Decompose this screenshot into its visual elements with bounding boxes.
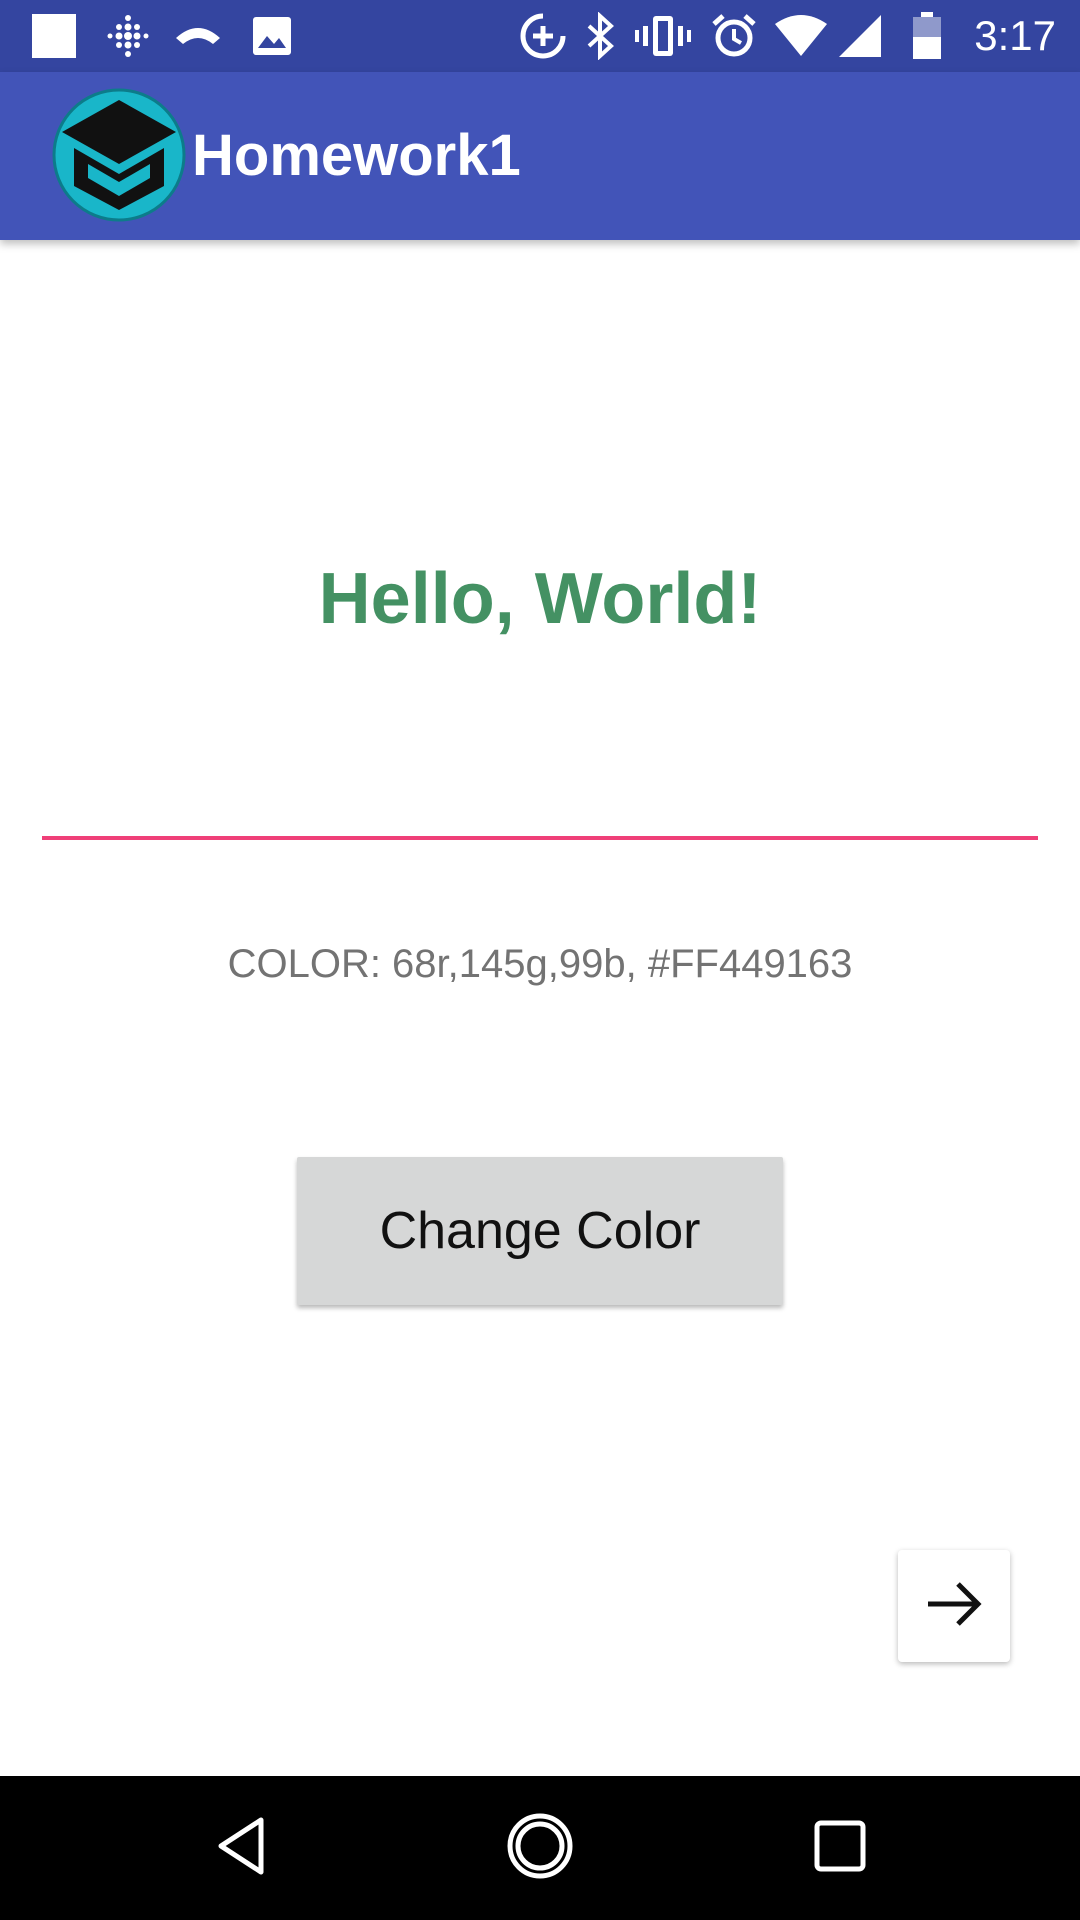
call-icon — [170, 0, 226, 72]
alarm-icon — [706, 0, 762, 72]
bluetooth-icon — [572, 0, 628, 72]
recents-icon — [812, 1818, 868, 1879]
graduation-cap-icon — [52, 88, 186, 222]
battery-icon — [902, 0, 952, 72]
fitbit-icon — [100, 0, 156, 72]
notification-square-icon — [26, 0, 82, 72]
back-button[interactable] — [171, 1776, 311, 1920]
vibrate-icon — [632, 0, 694, 72]
main-content: Hello, World! COLOR: 68r,145g,99b, #FF44… — [0, 240, 1080, 1776]
navigation-bar — [0, 1776, 1080, 1920]
home-button[interactable] — [470, 1776, 610, 1920]
status-time: 3:17 — [974, 12, 1056, 59]
greeting-text: Hello, World! — [318, 559, 762, 639]
app-bar: Homework1 — [0, 72, 1080, 240]
home-icon — [504, 1810, 576, 1887]
next-button[interactable] — [898, 1550, 1010, 1662]
recents-button[interactable] — [770, 1776, 910, 1920]
color-input[interactable] — [42, 836, 1038, 840]
wifi-icon — [770, 0, 832, 72]
color-readout: COLOR: 68r,145g,99b, #FF449163 — [227, 942, 853, 986]
app-title: Homework1 — [192, 123, 521, 188]
signal-icon — [834, 0, 886, 72]
status-bar: 3:17 — [0, 0, 1080, 72]
data-saver-icon — [515, 0, 571, 72]
back-icon — [211, 1814, 271, 1883]
image-icon — [244, 0, 300, 72]
change-color-button[interactable]: Change Color — [297, 1157, 783, 1305]
arrow-right-icon — [922, 1572, 986, 1641]
